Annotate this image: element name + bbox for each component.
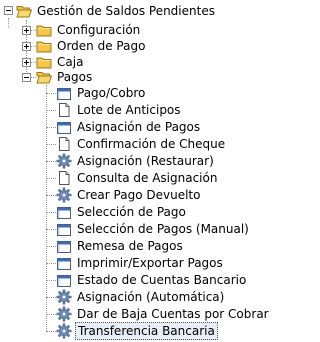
tree-item-dar-de-baja-cuentas-por-cobrar[interactable]: Dar de Baja Cuentas por Cobrar [56, 305, 269, 323]
document-icon [56, 170, 72, 186]
tree-item-label: Crear Pago Devuelto [77, 188, 201, 202]
expand-toggle-orden-de-pago[interactable] [22, 42, 31, 51]
tree-item-confirmacion-de-cheque[interactable]: Confirmación de Cheque [56, 135, 225, 153]
tree-item-label: Pago/Cobro [77, 86, 146, 100]
tree-item-label: Transferencia Bancaria [75, 322, 218, 340]
tree-connector [46, 85, 47, 331]
tree-connector [46, 161, 56, 162]
tree-item-label: Imprimir/Exportar Pagos [77, 256, 223, 270]
tree-connector [46, 229, 56, 230]
tree-item-label: Estado de Cuentas Bancario [77, 273, 247, 287]
tree-connector [46, 195, 56, 196]
tree-item-seleccion-de-pago[interactable]: Selección de Pago [56, 203, 186, 221]
tree-item-lote-de-anticipos[interactable]: Lote de Anticipos [56, 101, 181, 119]
tree-item-seleccion-de-pagos-manual[interactable]: Selección de Pagos (Manual) [56, 220, 249, 238]
form-icon [56, 85, 72, 101]
tree-item-label: Selección de Pagos (Manual) [77, 222, 249, 236]
expand-toggle-caja[interactable] [22, 58, 31, 67]
folder-open-icon [36, 69, 52, 85]
tree-item-label: Asignación (Automática) [77, 290, 225, 304]
tree-connector [46, 297, 56, 298]
form-icon [56, 272, 72, 288]
form-icon [56, 119, 72, 135]
collapse-toggle-root[interactable] [4, 6, 13, 15]
gear-icon [56, 187, 72, 203]
tree-item-label: Asignación (Restaurar) [77, 154, 214, 168]
tree-node-label: Pagos [57, 70, 93, 84]
tree-connector [46, 263, 56, 264]
tree-item-label: Selección de Pago [77, 205, 186, 219]
tree-node-label: Configuración [57, 23, 141, 37]
tree-connector [46, 212, 56, 213]
tree-item-label: Asignación de Pagos [77, 120, 201, 134]
tree-connector [46, 178, 56, 179]
tree-connector [46, 144, 56, 145]
tree-connector [46, 280, 56, 281]
tree-item-estado-de-cuentas-bancario[interactable]: Estado de Cuentas Bancario [56, 271, 246, 289]
gear-icon [56, 306, 72, 322]
tree-item-asignacion-restaurar[interactable]: Asignación (Restaurar) [56, 152, 214, 170]
expand-toggle-configuracion[interactable] [22, 26, 31, 35]
folder-icon [36, 38, 52, 54]
tree-item-remesa-de-pagos[interactable]: Remesa de Pagos [56, 237, 183, 255]
form-icon [56, 255, 72, 271]
tree-connector [46, 110, 56, 111]
form-icon [56, 221, 72, 237]
tree-connector [46, 246, 56, 247]
tree-connector [46, 331, 56, 332]
tree-item-crear-pago-devuelto[interactable]: Crear Pago Devuelto [56, 186, 200, 204]
tree-connector [8, 18, 9, 28]
tree-item-transferencia-bancaria[interactable]: Transferencia Bancaria [56, 322, 218, 340]
tree-item-label: Consulta de Asignación [77, 171, 218, 185]
form-icon [56, 238, 72, 254]
tree-item-imprimir-exportar-pagos[interactable]: Imprimir/Exportar Pagos [56, 254, 223, 272]
tree-connector [46, 314, 56, 315]
tree-item-asignacion-de-pagos[interactable]: Asignación de Pagos [56, 118, 200, 136]
tree-item-label: Remesa de Pagos [77, 239, 183, 253]
tree-item-consulta-de-asignacion[interactable]: Consulta de Asignación [56, 169, 217, 187]
tree-item-label: Lote de Anticipos [77, 103, 181, 117]
tree-connector [46, 127, 56, 128]
document-icon [56, 102, 72, 118]
gear-icon [56, 323, 72, 339]
tree-node-label: Orden de Pago [57, 39, 146, 53]
tree-item-label: Dar de Baja Cuentas por Cobrar [77, 307, 269, 321]
gear-icon [56, 153, 72, 169]
tree-node-root[interactable]: Gestión de Saldos Pendientes [16, 2, 215, 20]
tree-connector [46, 93, 56, 94]
folder-open-icon [16, 3, 32, 19]
form-icon [56, 204, 72, 220]
tree-item-asignacion-automatica[interactable]: Asignación (Automática) [56, 288, 224, 306]
collapse-toggle-pagos[interactable] [22, 73, 31, 82]
tree-item-label: Confirmación de Cheque [77, 137, 226, 151]
document-icon [56, 136, 72, 152]
tree-node-label: Gestión de Saldos Pendientes [37, 4, 215, 18]
gear-icon [56, 289, 72, 305]
folder-icon [36, 22, 52, 38]
tree-item-pago-cobro[interactable]: Pago/Cobro [56, 84, 145, 102]
